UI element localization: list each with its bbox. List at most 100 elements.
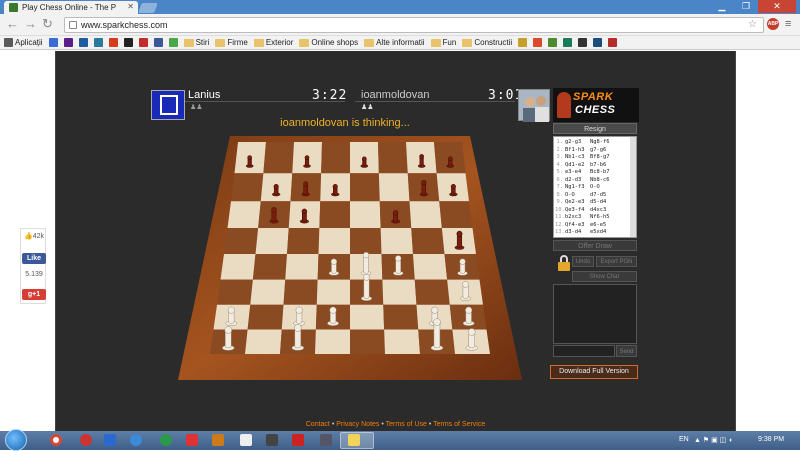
board-square[interactable] (350, 304, 385, 330)
chat-input[interactable] (553, 345, 615, 357)
board-square[interactable] (409, 201, 442, 228)
site-icon[interactable] (548, 38, 558, 47)
bookmark-apps[interactable]: Aplicații (4, 38, 43, 47)
sparkchess-logo[interactable]: SPARK CHESS (553, 88, 639, 122)
board-square[interactable] (318, 227, 351, 255)
board-square[interactable] (439, 201, 473, 228)
taskbar-app-icon[interactable] (186, 434, 198, 446)
contact-link[interactable]: Contact (306, 421, 330, 428)
privacy-link[interactable]: Privacy Notes (336, 421, 379, 428)
site-icon[interactable] (138, 38, 148, 47)
taskbar-app-icon[interactable] (212, 434, 224, 446)
bookmark-folder-stiri[interactable]: Stiri (183, 38, 209, 47)
site-icon[interactable] (78, 38, 88, 47)
board-square[interactable] (378, 142, 408, 174)
board-square[interactable] (350, 201, 381, 228)
site-icon[interactable] (608, 38, 618, 47)
board-square[interactable] (224, 227, 259, 255)
board-square[interactable] (382, 279, 417, 305)
move-row[interactable]: 1. g2-g3 Ng8-f6 (555, 139, 636, 147)
board-square[interactable] (250, 279, 286, 305)
board-square[interactable] (252, 254, 287, 280)
start-button[interactable] (5, 429, 27, 451)
move-row[interactable]: 5. e3-e4 Bc8-b7 (555, 169, 636, 177)
site-icon[interactable] (123, 38, 133, 47)
board-square[interactable] (231, 173, 264, 202)
address-bar[interactable]: www.sparkchess.com ☆ (64, 17, 764, 33)
taskbar-app-icon[interactable] (130, 434, 142, 446)
move-list-scrollbar[interactable] (630, 137, 636, 237)
move-row[interactable]: 11. b2xc3 Nf6-h5 (555, 214, 636, 222)
google-plus-button[interactable]: g+1 (22, 289, 46, 300)
bookmark-folder-constructii[interactable]: Constructii (462, 38, 512, 47)
board-square[interactable] (384, 329, 420, 354)
site-icon[interactable] (93, 38, 103, 47)
move-list[interactable]: 1. g2-g3 Ng8-f6 2. Bf1-h3 g7-g6 3. Nb1-c3 Bf8-g7… (553, 136, 637, 238)
maximize-button[interactable]: ❐ (734, 0, 758, 13)
offer-draw-button[interactable]: Offer Draw (553, 240, 637, 251)
board-square[interactable] (285, 254, 319, 280)
board-square[interactable] (319, 201, 350, 228)
taskbar-app-icon[interactable] (80, 434, 92, 446)
site-icon[interactable] (518, 38, 528, 47)
forward-arrow-icon[interactable]: → (24, 16, 37, 31)
board-square[interactable] (245, 329, 282, 354)
bookmark-folder-fun[interactable]: Fun (430, 38, 456, 47)
move-row[interactable]: 4. Qd1-e2 b7-b6 (555, 162, 636, 170)
google-icon[interactable] (48, 38, 58, 47)
board-square[interactable] (227, 201, 261, 228)
pdf-icon[interactable] (292, 434, 304, 446)
reload-icon[interactable]: ↻ (42, 16, 53, 32)
board-square[interactable] (247, 304, 284, 330)
board-square[interactable] (378, 173, 410, 202)
terms-use-link[interactable]: Terms of Use (386, 421, 427, 428)
chess-board[interactable] (178, 136, 522, 380)
bookmark-folder-firme[interactable]: Firme (215, 38, 248, 47)
bookmark-folder-online-shops[interactable]: Online shops (299, 38, 358, 47)
board-square[interactable] (321, 142, 350, 174)
board-square[interactable] (380, 227, 413, 255)
board-square[interactable] (350, 329, 385, 354)
move-row[interactable]: 2. Bf1-h3 g7-g6 (555, 147, 636, 155)
board-svg[interactable] (178, 136, 522, 380)
move-row[interactable]: 8. O-O d7-d5 (555, 192, 636, 200)
back-arrow-icon[interactable]: ← (6, 16, 19, 31)
site-icon[interactable] (108, 38, 118, 47)
facebook-like-button[interactable]: Like (22, 253, 46, 264)
board-square[interactable] (287, 227, 320, 255)
board-squares[interactable] (210, 142, 490, 354)
board-square[interactable] (217, 279, 253, 305)
move-row[interactable]: 3. Nb1-c3 Bf8-g7 (555, 154, 636, 162)
undo-button[interactable]: Undo (572, 256, 594, 267)
close-tab-icon[interactable]: ✕ (127, 2, 134, 11)
facebook-icon[interactable] (153, 38, 163, 47)
move-row[interactable]: 13. d3-d4 e5xd4 (555, 229, 636, 237)
bookmark-star-icon[interactable]: ☆ (748, 19, 757, 30)
download-full-version-button[interactable]: Download Full Version (550, 365, 638, 379)
chrome-menu-icon[interactable]: ≡ (785, 18, 791, 30)
taskbar-app-icon[interactable] (104, 434, 116, 446)
board-square[interactable] (413, 254, 448, 280)
language-indicator[interactable]: EN (679, 436, 689, 443)
board-square[interactable] (220, 254, 256, 280)
adblock-icon[interactable]: ABP (767, 18, 779, 30)
taskbar-app-icon[interactable] (240, 434, 252, 446)
tab-sparkchess[interactable]: Play Chess Online - The P ✕ (4, 1, 138, 14)
resign-button[interactable]: Resign (553, 123, 637, 134)
bookmark-folder-exterior[interactable]: Exterior (253, 38, 293, 47)
taskbar-app-icon[interactable] (160, 434, 172, 446)
site-icon[interactable] (168, 38, 178, 47)
board-square[interactable] (283, 279, 318, 305)
taskbar-clock[interactable]: 9:38 PM (758, 436, 784, 443)
site-icon[interactable] (578, 38, 588, 47)
move-row[interactable]: 6. d2-d3 Nb8-c6 (555, 177, 636, 185)
board-square[interactable] (383, 304, 419, 330)
site-icon[interactable] (563, 38, 573, 47)
taskbar-app-icon[interactable] (320, 434, 332, 446)
board-square[interactable] (316, 279, 350, 305)
terms-service-link[interactable]: Terms of Service (433, 421, 485, 428)
board-square[interactable] (411, 227, 445, 255)
site-icon[interactable] (593, 38, 603, 47)
taskbar-app-icon[interactable] (266, 434, 278, 446)
board-square[interactable] (350, 227, 382, 255)
